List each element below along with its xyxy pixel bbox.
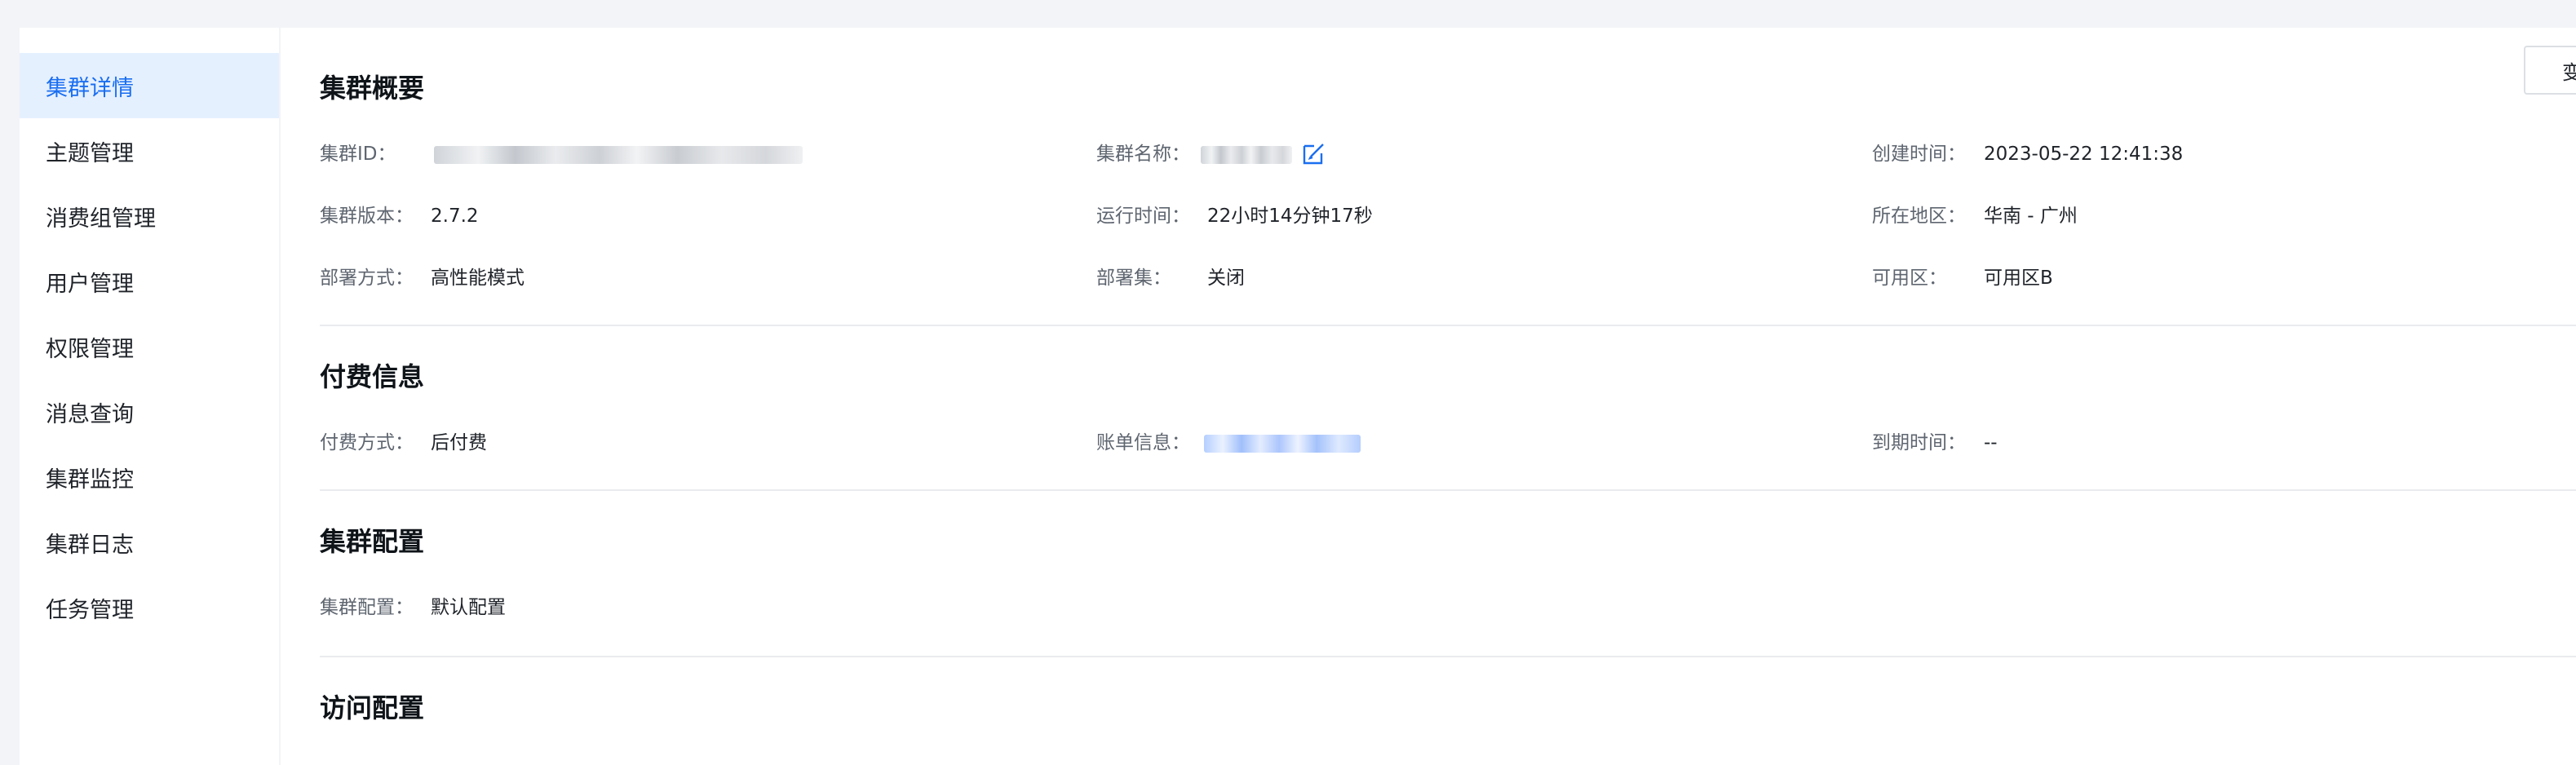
region-label: 所在地区： — [1872, 206, 1966, 227]
bill-info-link-redacted[interactable] — [1204, 435, 1361, 453]
sidebar-item-message-query[interactable]: 消息查询 — [20, 379, 279, 444]
cluster-id-label: 集群ID： — [320, 144, 396, 165]
cluster-config-value: 默认配置 — [431, 597, 506, 618]
deploy-set-label: 部署集： — [1096, 268, 1171, 289]
sidebar-item-permission-management[interactable]: 权限管理 — [20, 314, 279, 379]
sidebar-item-user-management[interactable]: 用户管理 — [20, 249, 279, 314]
cluster-id-value-redacted — [434, 146, 803, 164]
section-title-config: 集群配置 — [320, 526, 425, 557]
create-time-value: 2023-05-22 12:41:38 — [1984, 144, 2184, 165]
zone-value: 可用区B — [1984, 268, 2053, 289]
edit-name-icon[interactable] — [1302, 141, 1326, 166]
section-title-access: 访问配置 — [320, 692, 425, 723]
deploy-mode-label: 部署方式： — [320, 268, 414, 289]
cluster-name-value-redacted — [1201, 146, 1292, 164]
cluster-config-label: 集群配置： — [320, 597, 414, 618]
sidebar-item-cluster-monitoring[interactable]: 集群监控 — [20, 444, 279, 510]
sidebar: 集群详情 主题管理 消费组管理 用户管理 权限管理 消息查询 集群监控 集群日志… — [20, 28, 279, 765]
sidebar-item-cluster-details[interactable]: 集群详情 — [20, 53, 279, 118]
section-title-overview: 集群概要 — [320, 73, 425, 104]
run-time-value: 22小时14分钟17秒 — [1207, 206, 1373, 227]
version-value: 2.7.2 — [431, 206, 479, 227]
run-time-label: 运行时间： — [1096, 206, 1190, 227]
deploy-mode-value: 高性能模式 — [431, 268, 524, 289]
sidebar-item-consumer-group-management[interactable]: 消费组管理 — [20, 184, 279, 249]
section-divider — [320, 325, 2576, 326]
bill-info-label: 账单信息： — [1096, 432, 1190, 453]
zone-label: 可用区： — [1872, 268, 1947, 289]
expire-time-label: 到期时间： — [1872, 432, 1966, 453]
deploy-set-value: 关闭 — [1207, 268, 1245, 289]
sidebar-item-topic-management[interactable]: 主题管理 — [20, 118, 279, 184]
version-label: 集群版本： — [320, 206, 414, 227]
create-time-label: 创建时间： — [1872, 144, 1966, 165]
change-button[interactable]: 变 — [2524, 46, 2576, 95]
cluster-name-label: 集群名称： — [1096, 144, 1190, 165]
expire-time-value: -- — [1984, 432, 1998, 453]
sidebar-item-cluster-logs[interactable]: 集群日志 — [20, 510, 279, 575]
section-title-billing: 付费信息 — [320, 361, 425, 392]
section-divider — [320, 656, 2576, 657]
sidebar-item-task-management[interactable]: 任务管理 — [20, 575, 279, 640]
main-panel: 变 集群概要 集群ID： 集群名称： 创建时间： 2023-05-22 12:4… — [281, 28, 2576, 765]
section-divider — [320, 489, 2576, 491]
pay-mode-label: 付费方式： — [320, 432, 414, 453]
region-value: 华南 - 广州 — [1984, 206, 2078, 227]
pay-mode-value: 后付费 — [431, 432, 487, 453]
